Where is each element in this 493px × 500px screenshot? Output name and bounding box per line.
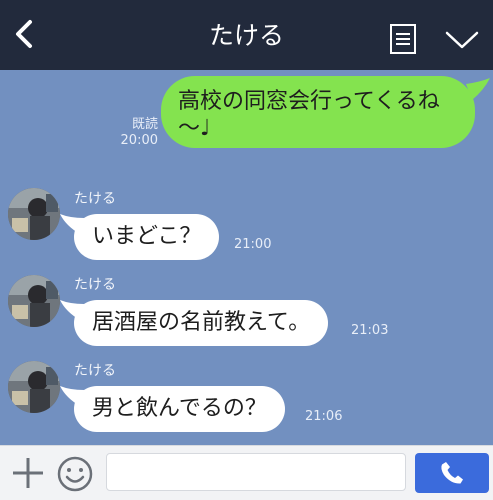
avatar-photo <box>8 275 60 327</box>
message-time: 21:00 <box>234 237 272 252</box>
avatar-photo <box>8 188 60 240</box>
avatar[interactable] <box>8 275 60 327</box>
emoji-button[interactable] <box>56 455 94 493</box>
message-time: 21:03 <box>351 323 389 338</box>
incoming-message-bubble[interactable]: 居酒屋の名前教えて。 <box>74 300 329 346</box>
outgoing-message-bubble[interactable]: 高校の同窓会行ってくるね 〜♩ <box>161 76 475 148</box>
sender-name: たける <box>74 191 116 207</box>
note-icon <box>390 24 416 54</box>
incoming-message-bubble[interactable]: 男と飲んでるの？ <box>74 386 285 432</box>
message-text-line: 高校の同窓会行ってくるね <box>178 89 440 114</box>
phone-icon <box>441 462 463 484</box>
avatar-photo <box>8 361 60 413</box>
sender-name: たける <box>74 277 116 293</box>
chat-title: たける <box>208 21 284 50</box>
message-composer <box>0 445 493 500</box>
message-text: 居酒屋の名前教えて。 <box>92 310 311 335</box>
plus-icon <box>13 458 43 488</box>
menu-button[interactable] <box>442 22 482 56</box>
message-time: 21:06 <box>305 409 343 424</box>
chevron-down-icon <box>445 31 479 49</box>
read-receipt: 既読 <box>131 117 158 132</box>
incoming-message-bubble[interactable]: いまどこ？ <box>74 214 220 260</box>
attach-button[interactable] <box>10 455 46 491</box>
message-input[interactable] <box>106 453 406 491</box>
message-text: いまどこ？ <box>92 224 202 249</box>
sender-name: たける <box>74 363 116 379</box>
chat-screen: たける 既読 20:00 高校の同窓会行ってくるね 〜♩ たける いまどこ？ 2… <box>0 0 493 500</box>
call-button[interactable] <box>415 453 489 493</box>
message-text: 男と飲んでるの？ <box>92 396 267 421</box>
message-text-line: 〜♩ <box>178 116 211 141</box>
note-button[interactable] <box>387 22 419 56</box>
message-meta: 既読 20:00 <box>112 117 158 149</box>
message-time: 20:00 <box>120 133 158 148</box>
avatar[interactable] <box>8 188 60 240</box>
avatar[interactable] <box>8 361 60 413</box>
smiley-icon <box>57 456 93 492</box>
chat-header: たける <box>0 0 493 70</box>
